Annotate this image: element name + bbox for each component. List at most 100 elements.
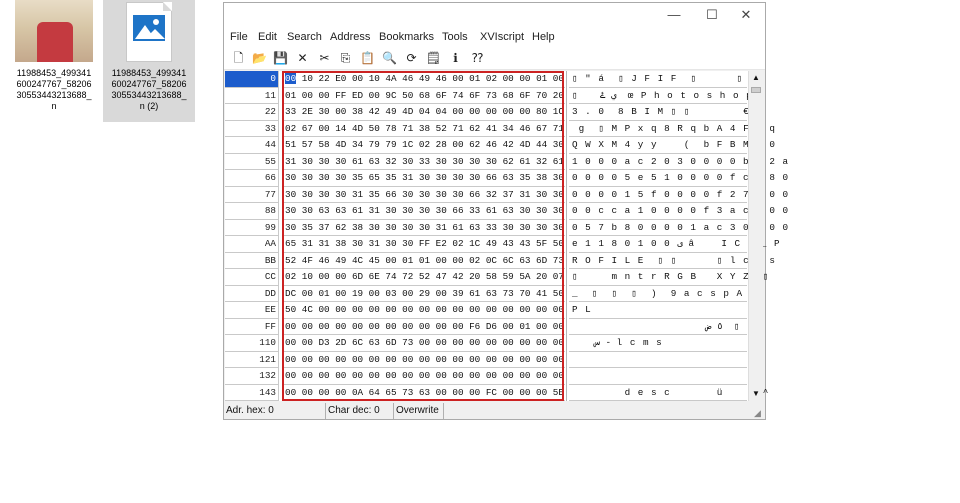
row-address: 0 — [225, 71, 279, 88]
char-row[interactable]: Q W X M 4 y y ( b F B M D 0 — [569, 137, 775, 154]
hex-row[interactable]: 30 30 30 30 31 35 66 30 30 30 30 66 32 3… — [283, 187, 565, 203]
char-row[interactable]: g ▯ M P x q 8 R q b A 4 F g q — [569, 121, 775, 137]
minimize-button[interactable]: — — [661, 6, 687, 24]
desktop-file-image-copy[interactable]: 11988453_499341 600247767_58206 30553443… — [103, 0, 195, 122]
status-address: Adr. hex: 0 — [224, 403, 326, 419]
scroll-down-icon[interactable]: ▼ — [749, 387, 763, 401]
hex-row[interactable]: 01 00 00 FF ED 00 9C 50 68 6F 74 6F 73 6… — [283, 88, 565, 104]
menu-edit[interactable]: Edit — [258, 31, 277, 43]
script-icon[interactable]: ℹ — [447, 50, 464, 66]
menu-search[interactable]: Search — [287, 31, 322, 43]
hex-row[interactable]: 02 67 00 14 4D 50 78 71 38 52 71 62 41 3… — [283, 121, 565, 137]
char-row[interactable]: 0 0 c c a 1 0 0 0 0 f 3 a c 0 0 0 — [569, 203, 788, 220]
hex-row[interactable]: 31 30 30 30 61 63 32 30 33 30 30 30 30 6… — [283, 154, 565, 170]
char-row[interactable]: P L — [569, 302, 747, 319]
hex-row[interactable]: 52 4F 46 49 4C 45 00 01 01 00 00 02 0C 6… — [283, 253, 565, 269]
menu-xviscript[interactable]: XVIscript — [480, 31, 524, 43]
status-mode[interactable]: Overwrite — [394, 403, 444, 419]
menu-bookmarks[interactable]: Bookmarks — [379, 31, 434, 43]
selected-byte[interactable]: 00 — [285, 73, 297, 84]
image-file-icon — [126, 2, 172, 62]
hex-row[interactable]: 00 10 22 E0 00 10 4A 46 49 46 00 01 02 0… — [283, 71, 565, 88]
maximize-button[interactable]: ☐ — [699, 6, 725, 24]
row-address: 88 — [225, 203, 279, 220]
hex-row[interactable]: 33 2E 30 00 38 42 49 4D 04 04 00 00 00 0… — [283, 104, 565, 121]
cut-icon[interactable]: ✂ — [316, 50, 333, 66]
resize-grip-icon[interactable]: ◢ — [754, 408, 764, 418]
scroll-thumb[interactable] — [751, 87, 761, 93]
row-address: AA — [225, 236, 279, 253]
scroll-up-icon[interactable]: ▲ — [749, 71, 763, 85]
char-row[interactable]: d e s c ü ^ — [569, 385, 768, 401]
menu-tools[interactable]: Tools — [442, 31, 468, 43]
paste-icon[interactable]: 📋 — [359, 50, 376, 66]
save-icon[interactable]: 💾 — [272, 50, 289, 66]
char-row[interactable]: ▯ ي ۓ œ P h o t o s h o p — [569, 88, 752, 104]
help-pointer-icon[interactable]: ⁇ — [469, 50, 486, 66]
char-row[interactable]: س - l c m s — [569, 335, 747, 352]
replace-icon[interactable]: ⟳ — [403, 50, 420, 66]
close-button[interactable]: ✕ — [733, 6, 759, 24]
desktop-file-photo[interactable]: 11988453_499341 600247767_58206 30553443… — [8, 0, 100, 112]
hex-row[interactable]: 00 00 00 00 00 00 00 00 00 00 00 00 00 0… — [283, 368, 565, 385]
vertical-scrollbar[interactable]: ▲ ▼ — [748, 71, 763, 401]
char-row[interactable]: 0 0 0 0 1 5 f 0 0 0 0 f 2 7 1 0 0 — [569, 187, 788, 203]
char-row[interactable]: e 1 1 8 0 1 0 0 ی â I C C _ P — [569, 236, 780, 253]
new-icon[interactable]: 🗋 — [230, 50, 247, 66]
hex-row[interactable]: 50 4C 00 00 00 00 00 00 00 00 00 00 00 0… — [283, 302, 565, 319]
file-label: 11988453_499341 600247767_58206 30553443… — [16, 68, 92, 111]
row-address: 143 — [225, 384, 279, 401]
char-row[interactable] — [569, 368, 747, 385]
char-row[interactable]: _ ▯ ▯ ▯ ) 9 a c s p A P — [569, 286, 755, 302]
copy-icon[interactable]: ⎘ — [337, 50, 354, 66]
hex-column[interactable]: 00 10 22 E0 00 10 4A 46 49 46 00 01 02 0… — [283, 71, 565, 401]
row-address: DD — [225, 285, 279, 302]
char-row[interactable]: 0 0 0 0 5 e 5 1 0 0 0 0 f c 5 8 0 — [569, 170, 788, 187]
row-address: 99 — [225, 219, 279, 236]
hex-row[interactable]: 00 00 00 00 0A 64 65 73 63 00 00 00 FC 0… — [283, 385, 565, 401]
hex-row[interactable]: 00 00 D3 2D 6C 63 6D 73 00 00 00 00 00 0… — [283, 335, 565, 352]
find-icon[interactable]: 🔍 — [381, 50, 398, 66]
char-row[interactable]: 1 0 0 0 a c 2 0 3 0 0 0 0 b a 2 a — [569, 154, 788, 170]
menu-address[interactable]: Address — [330, 31, 370, 43]
hex-row[interactable]: 00 00 00 00 00 00 00 00 00 00 00 F6 D6 0… — [283, 319, 565, 335]
title-bar[interactable]: — ☐ ✕ — [224, 3, 765, 29]
row-address: 44 — [225, 137, 279, 154]
row-address: 11 — [225, 87, 279, 104]
hex-row[interactable]: 30 35 37 62 38 30 30 30 30 31 61 63 33 3… — [283, 220, 565, 236]
close-file-icon[interactable]: ✕ — [294, 50, 311, 66]
char-row[interactable]: R O F I L E ▯ ▯ ▯ l c m s — [569, 253, 775, 269]
menu-help[interactable]: Help — [532, 31, 555, 43]
char-column[interactable]: ▯ " á ▯ J F I F ▯ ▯ ▯ ي ۓ œ P h o t o s h… — [569, 71, 788, 401]
menu-file[interactable]: File — [230, 31, 248, 43]
row-address: 66 — [225, 170, 279, 187]
row-address: 121 — [225, 351, 279, 368]
hex-row[interactable]: 00 00 00 00 00 00 00 00 00 00 00 00 00 0… — [283, 352, 565, 368]
file-label: 11988453_499341 600247767_58206 30553443… — [111, 68, 187, 111]
open-icon[interactable]: 📂 — [251, 50, 268, 66]
char-row[interactable] — [569, 352, 747, 368]
row-address: CC — [225, 269, 279, 286]
row-address: 77 — [225, 186, 279, 203]
hex-row[interactable]: DC 00 01 00 19 00 03 00 29 00 39 61 63 7… — [283, 286, 565, 302]
address-column: 0 11 22 33 44 55 66 77 88 99 AA BB CC DD EE FF 110 121 132… — [225, 71, 279, 401]
char-row[interactable]: ٥ ض ▯ — [569, 319, 747, 335]
row-address: 110 — [225, 335, 279, 352]
char-row[interactable]: ▯ m n t r R G B X Y Z ▯ — [569, 269, 768, 286]
row-address: 22 — [225, 104, 279, 121]
hex-row[interactable]: 51 57 58 4D 34 79 79 1C 02 28 00 62 46 4… — [283, 137, 565, 154]
row-address: 33 — [225, 120, 279, 137]
hex-row[interactable]: 02 10 00 00 6D 6E 74 72 52 47 42 20 58 5… — [283, 269, 565, 286]
hex-grid[interactable]: 0 11 22 33 44 55 66 77 88 99 AA BB CC DD EE FF 110 121 132… — [225, 71, 788, 401]
row-address: BB — [225, 252, 279, 269]
hex-row[interactable]: 30 30 63 63 61 31 30 30 30 30 66 33 61 6… — [283, 203, 565, 220]
properties-icon[interactable]: 🗒 — [425, 50, 442, 66]
photo-thumbnail-icon — [15, 0, 93, 62]
toolbar: 🗋 📂 💾 ✕ ✂ ⎘ 📋 🔍 ⟳ 🗒 ℹ ⁇ — [224, 47, 765, 70]
char-row[interactable]: ▯ " á ▯ J F I F ▯ ▯ — [569, 71, 747, 88]
hex-row[interactable]: 65 31 31 38 30 31 30 30 FF E2 02 1C 49 4… — [283, 236, 565, 253]
char-row[interactable]: 3 . 0 8 B I M ▯ ▯ € — [569, 104, 749, 121]
char-row[interactable]: 0 5 7 b 8 0 0 0 0 1 a c 3 0 0 0 0 — [569, 220, 788, 236]
hex-row[interactable]: 30 30 30 30 35 65 35 31 30 30 30 30 66 6… — [283, 170, 565, 187]
status-char: Char dec: 0 — [326, 403, 394, 419]
